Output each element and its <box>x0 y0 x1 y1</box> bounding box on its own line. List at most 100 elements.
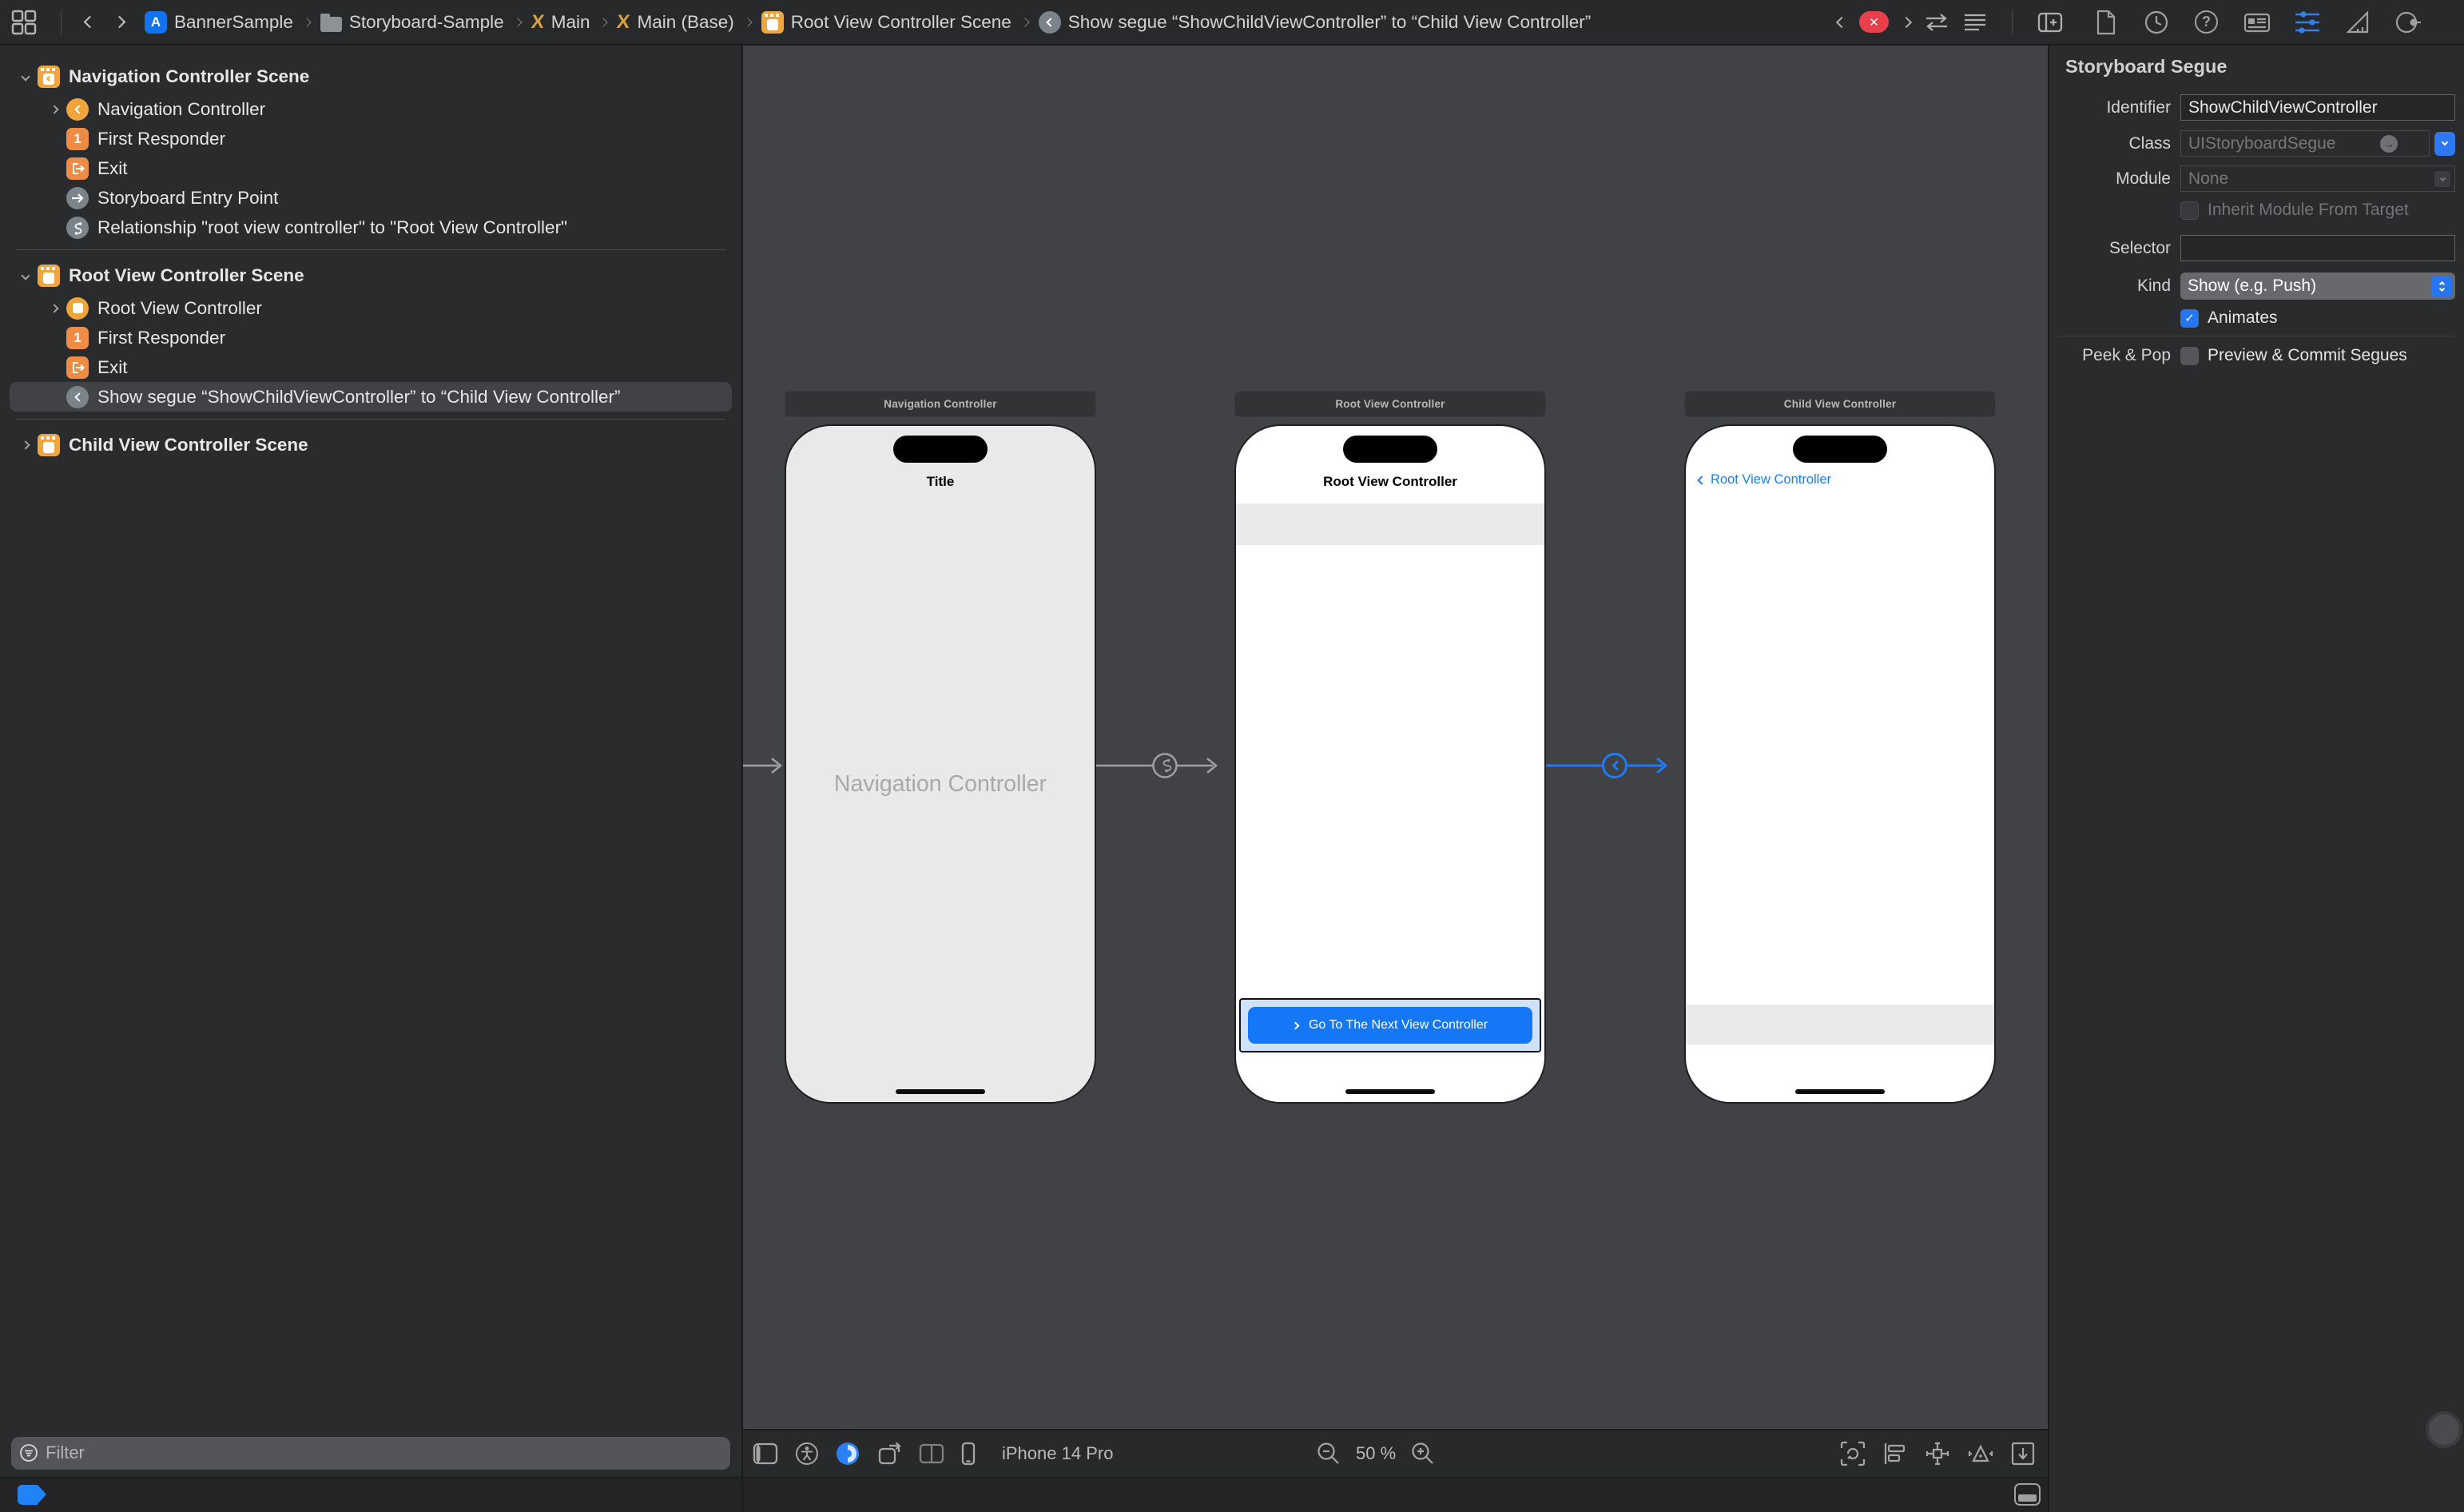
add-constraints-icon[interactable] <box>1925 1441 1950 1466</box>
root-view-controller-canvas[interactable]: Root View Controller Go To The Next View… <box>1234 424 1546 1104</box>
floating-circle-button[interactable] <box>2426 1411 2462 1448</box>
filter-input[interactable] <box>46 1442 722 1463</box>
identifier-field[interactable] <box>2180 94 2455 121</box>
device-name[interactable]: iPhone 14 Pro <box>1002 1443 1113 1464</box>
size-inspector-tab[interactable] <box>2343 6 2372 38</box>
breadcrumb-label: Main (Base) <box>638 12 734 33</box>
entry-point-icon <box>66 187 89 209</box>
outline-row-show-segue-selected[interactable]: Show segue “ShowChildViewController” to … <box>10 382 732 412</box>
embed-icon[interactable] <box>2011 1442 2035 1466</box>
selector-row: Selector <box>2049 235 2455 261</box>
scene-title-child-view-controller[interactable]: Child View Controller <box>1684 391 1996 417</box>
resolve-layout-issues-icon[interactable] <box>1967 1442 1994 1466</box>
device-icon[interactable] <box>961 1442 976 1466</box>
breakpoint-icon[interactable] <box>18 1485 38 1505</box>
outline-row-navigation-controller-scene[interactable]: Navigation Controller Scene <box>0 58 741 94</box>
update-frames-icon[interactable] <box>1840 1441 1866 1466</box>
breadcrumb-project[interactable]: A BannerSample <box>145 11 293 34</box>
breadcrumb-storyboard[interactable]: X Main <box>531 11 590 34</box>
code-review-icon[interactable] <box>1924 12 1949 33</box>
animates-checkbox[interactable]: ✓ <box>2180 309 2199 328</box>
jump-to-class-icon[interactable]: → <box>2380 135 2398 153</box>
child-view-controller-canvas[interactable]: Root View Controller <box>1684 424 1996 1104</box>
zoom-level[interactable]: 50 % <box>1356 1443 1396 1464</box>
breadcrumb-separator-icon <box>599 18 608 26</box>
relationship-connector[interactable] <box>1096 753 1234 778</box>
kind-popup[interactable]: Show (e.g. Push) <box>2180 273 2455 300</box>
history-inspector-tab[interactable] <box>2142 6 2171 38</box>
back-button[interactable] <box>84 16 97 29</box>
module-popup[interactable]: None <box>2180 165 2455 192</box>
selector-field[interactable] <box>2180 235 2455 261</box>
identity-inspector-tab[interactable] <box>2243 6 2271 38</box>
help-inspector-tab[interactable]: ? <box>2192 6 2221 38</box>
identifier-input[interactable] <box>2188 98 2447 117</box>
banner-placeholder-view[interactable] <box>1686 1005 1994 1044</box>
error-badge[interactable]: ✕ <box>1859 11 1889 33</box>
navigation-controller-canvas[interactable]: Title Navigation Controller <box>785 424 1096 1104</box>
editor-grid-icon[interactable] <box>10 8 38 37</box>
accessibility-icon[interactable] <box>795 1442 819 1466</box>
sidebar-canvas-divider[interactable] <box>741 46 743 1512</box>
outline-row-child-view-controller-scene[interactable]: Child View Controller Scene <box>0 427 741 463</box>
scene-title-navigation-controller[interactable]: Navigation Controller <box>785 391 1096 417</box>
connections-inspector-tab[interactable] <box>2394 6 2422 38</box>
adjust-editor-options-icon[interactable] <box>1963 12 1987 33</box>
class-dropdown-button[interactable] <box>2434 132 2455 156</box>
button-selection-outline[interactable]: Go To The Next View Controller <box>1239 998 1541 1052</box>
attributes-inspector-tab[interactable] <box>2293 6 2322 38</box>
outline-row-exit[interactable]: Exit <box>0 153 741 183</box>
segue-connector-selected[interactable] <box>1546 753 1684 778</box>
navigation-controller-icon <box>66 98 89 121</box>
first-responder-icon: 1 <box>66 327 89 349</box>
breadcrumb-scene[interactable]: Root View Controller Scene <box>761 11 1011 34</box>
canvas-inspector-divider[interactable] <box>2048 46 2049 1512</box>
back-button[interactable]: Root View Controller <box>1699 472 1831 487</box>
align-icon[interactable] <box>1882 1442 1908 1466</box>
storyboard-canvas[interactable]: Navigation Controller Root View Controll… <box>743 46 2048 1429</box>
outline-row-root-view-controller-scene[interactable]: Root View Controller Scene <box>0 257 741 293</box>
banner-placeholder-view[interactable] <box>1236 503 1544 545</box>
chevron-right-icon[interactable] <box>21 440 30 449</box>
breadcrumb-storyboard-base[interactable]: X Main (Base) <box>617 11 733 34</box>
scene-title-root-view-controller[interactable]: Root View Controller <box>1234 391 1546 417</box>
chevron-down-icon[interactable] <box>21 72 30 81</box>
split-view-icon[interactable] <box>919 1443 944 1464</box>
outline-row-storyboard-entry-point[interactable]: Storyboard Entry Point <box>0 183 741 213</box>
filter-field[interactable] <box>11 1437 730 1470</box>
module-dropdown-icon[interactable] <box>2434 171 2450 187</box>
breadcrumb-folder[interactable]: Storyboard-Sample <box>320 12 504 33</box>
nav-bar-title: Root View Controller <box>1236 474 1544 490</box>
dynamic-island <box>1343 436 1437 463</box>
next-issue-button[interactable] <box>1901 16 1912 27</box>
breadcrumb-segue[interactable]: Show segue “ShowChildViewController” to … <box>1039 11 1591 34</box>
orientation-icon[interactable] <box>876 1442 902 1466</box>
chevron-down-icon[interactable] <box>21 271 30 280</box>
peek-pop-checkbox[interactable] <box>2180 347 2199 365</box>
zoom-out-icon[interactable] <box>1317 1442 1341 1466</box>
outline-row-exit[interactable]: Exit <box>0 352 741 382</box>
outline-row-first-responder[interactable]: 1 First Responder <box>0 323 741 352</box>
outline-label: Navigation Controller Scene <box>69 66 309 87</box>
inherit-module-checkbox[interactable] <box>2180 201 2199 220</box>
outline-row-first-responder[interactable]: 1 First Responder <box>0 124 741 153</box>
file-inspector-tab[interactable] <box>2092 6 2120 38</box>
chevron-right-icon[interactable] <box>50 304 58 312</box>
chevron-right-icon[interactable] <box>50 105 58 113</box>
go-to-next-button[interactable]: Go To The Next View Controller <box>1248 1007 1532 1044</box>
selector-input[interactable] <box>2188 239 2447 258</box>
toggle-outline-icon[interactable] <box>753 1442 778 1465</box>
outline-row-root-view-controller[interactable]: Root View Controller <box>0 293 741 323</box>
appearance-toggle-icon[interactable] <box>836 1442 860 1466</box>
zoom-in-icon[interactable] <box>1411 1442 1435 1466</box>
selector-label: Selector <box>2049 239 2180 258</box>
storyboard-entry-arrow[interactable] <box>743 753 785 778</box>
outline-row-relationship[interactable]: Relationship "root view controller" to "… <box>0 213 741 242</box>
toggle-bottom-bar-icon[interactable] <box>2014 1483 2041 1506</box>
forward-button[interactable] <box>113 16 126 29</box>
home-indicator <box>1795 1089 1885 1094</box>
previous-issue-button[interactable] <box>1836 16 1847 27</box>
outline-section-divider <box>16 419 725 420</box>
class-combo-field[interactable]: UIStoryboardSegue → <box>2180 130 2430 157</box>
outline-row-navigation-controller[interactable]: Navigation Controller <box>0 94 741 124</box>
